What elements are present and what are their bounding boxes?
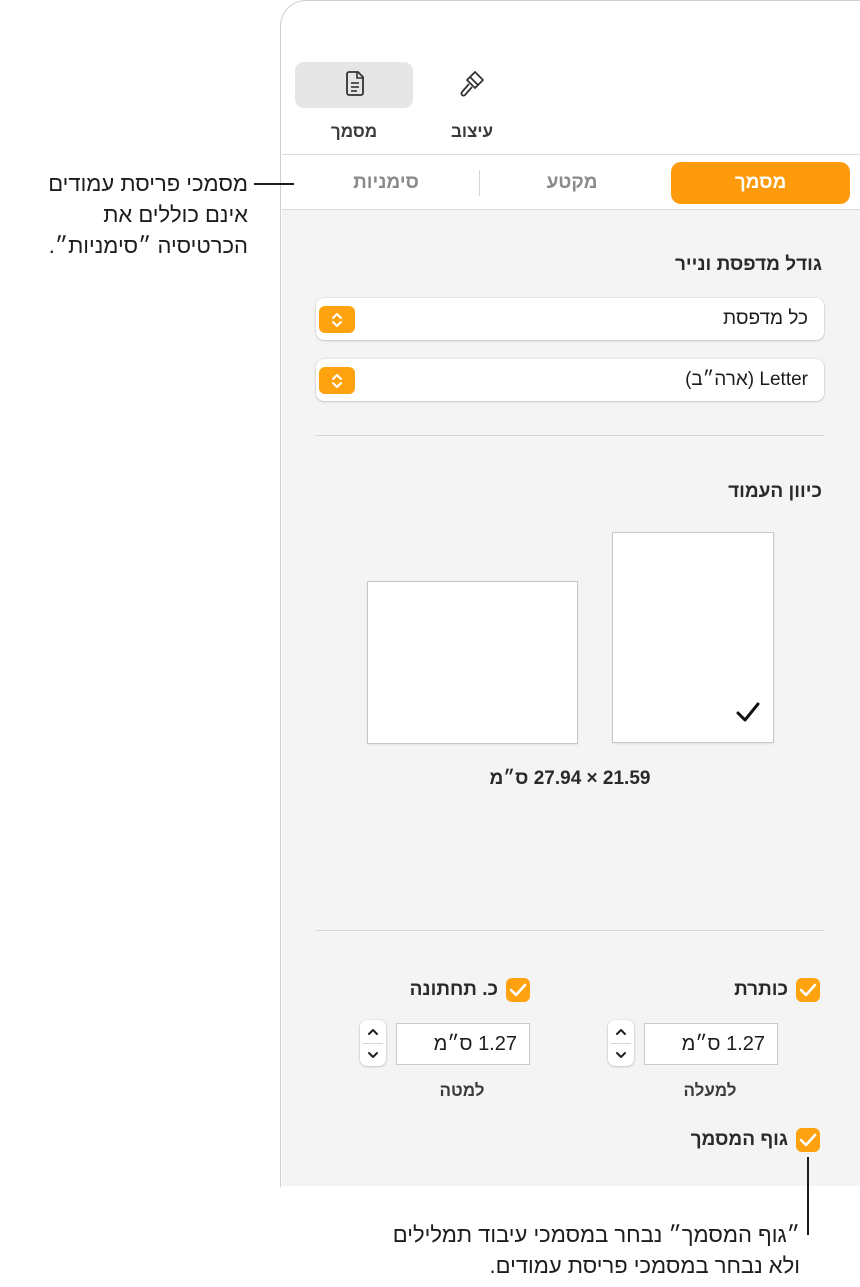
callout-line: ולא נבחר במסמכי פריסת עמודים. [489,1253,800,1278]
section-divider [316,435,824,436]
checkmark-icon [799,983,817,997]
document-body-label: גוף המסמך [690,1129,788,1150]
document-icon [342,69,366,102]
checkmark-icon [799,1133,817,1147]
paintbrush-icon [457,68,487,103]
tab-separator [479,170,480,196]
document-body-checkbox[interactable] [796,1128,820,1152]
checkmark-icon [509,983,527,997]
callout-leader-line [254,183,294,185]
stepper-up-icon[interactable] [608,1020,634,1043]
header-top-stepper[interactable] [608,1020,634,1066]
format-button[interactable] [413,62,531,108]
stepper-up-icon[interactable] [360,1020,386,1043]
checkmark-icon [735,701,761,728]
tab-section[interactable]: מקטע [486,162,658,204]
tab-document[interactable]: מסמך [671,162,850,204]
callout-line: ״גוף המסמך״ נבחר במסמכי עיבוד תמלילים [392,1222,800,1247]
header-top-value: 1.27 ס״מ [681,1033,765,1055]
footer-bottom-value: 1.27 ס״מ [433,1033,517,1055]
footer-bottom-stepper[interactable] [360,1020,386,1066]
bottom-label: למטה [439,1081,485,1100]
header-top-field[interactable]: 1.27 ס״מ [644,1023,778,1065]
toolbar-divider [282,154,860,155]
portrait-option[interactable] [612,532,774,743]
page-dimensions: 21.59 × 27.94 ס״מ [489,768,651,789]
callout-line: מסמכי פריסת עמודים [48,171,248,196]
footer-checkbox[interactable] [506,978,530,1002]
callout-line: אינם כוללים את [103,202,248,227]
printer-paper-title: גודל מדפסת ונייר [674,254,822,275]
printer-popup[interactable]: כל מדפסת [316,298,824,340]
updown-arrows-icon [319,367,355,394]
landscape-option[interactable] [367,581,578,744]
bookmarks-callout: מסמכי פריסת עמודים אינם כוללים את הכרטיס… [0,168,248,261]
header-checkbox[interactable] [796,978,820,1002]
section-divider [316,930,824,931]
format-button-label: עיצוב [450,122,493,141]
orientation-title: כיוון העמוד [728,481,822,502]
document-button-label: מסמך [330,122,378,141]
header-label: כותרת [734,979,788,1000]
footer-bottom-field[interactable]: 1.27 ס״מ [396,1023,530,1065]
footer-label: כ. תחתונה [409,979,498,1000]
paper-size-popup[interactable]: Letter (ארה״ב) [316,359,824,401]
stepper-down-icon[interactable] [608,1043,634,1066]
callout-line: הכרטיסיה ״סימניות״. [48,233,248,258]
document-body-callout: ״גוף המסמך״ נבחר במסמכי עיבוד תמלילים ול… [320,1219,800,1281]
top-label: למעלה [683,1081,737,1100]
tabs-divider [282,209,860,210]
tab-bookmarks[interactable]: סימניות [300,162,472,204]
stepper-down-icon[interactable] [360,1043,386,1066]
callout-leader-line [807,1157,809,1235]
paper-size-popup-value: Letter (ארה״ב) [685,369,808,390]
updown-arrows-icon [319,306,355,333]
document-button[interactable] [295,62,413,108]
printer-popup-value: כל מדפסת [723,308,808,329]
